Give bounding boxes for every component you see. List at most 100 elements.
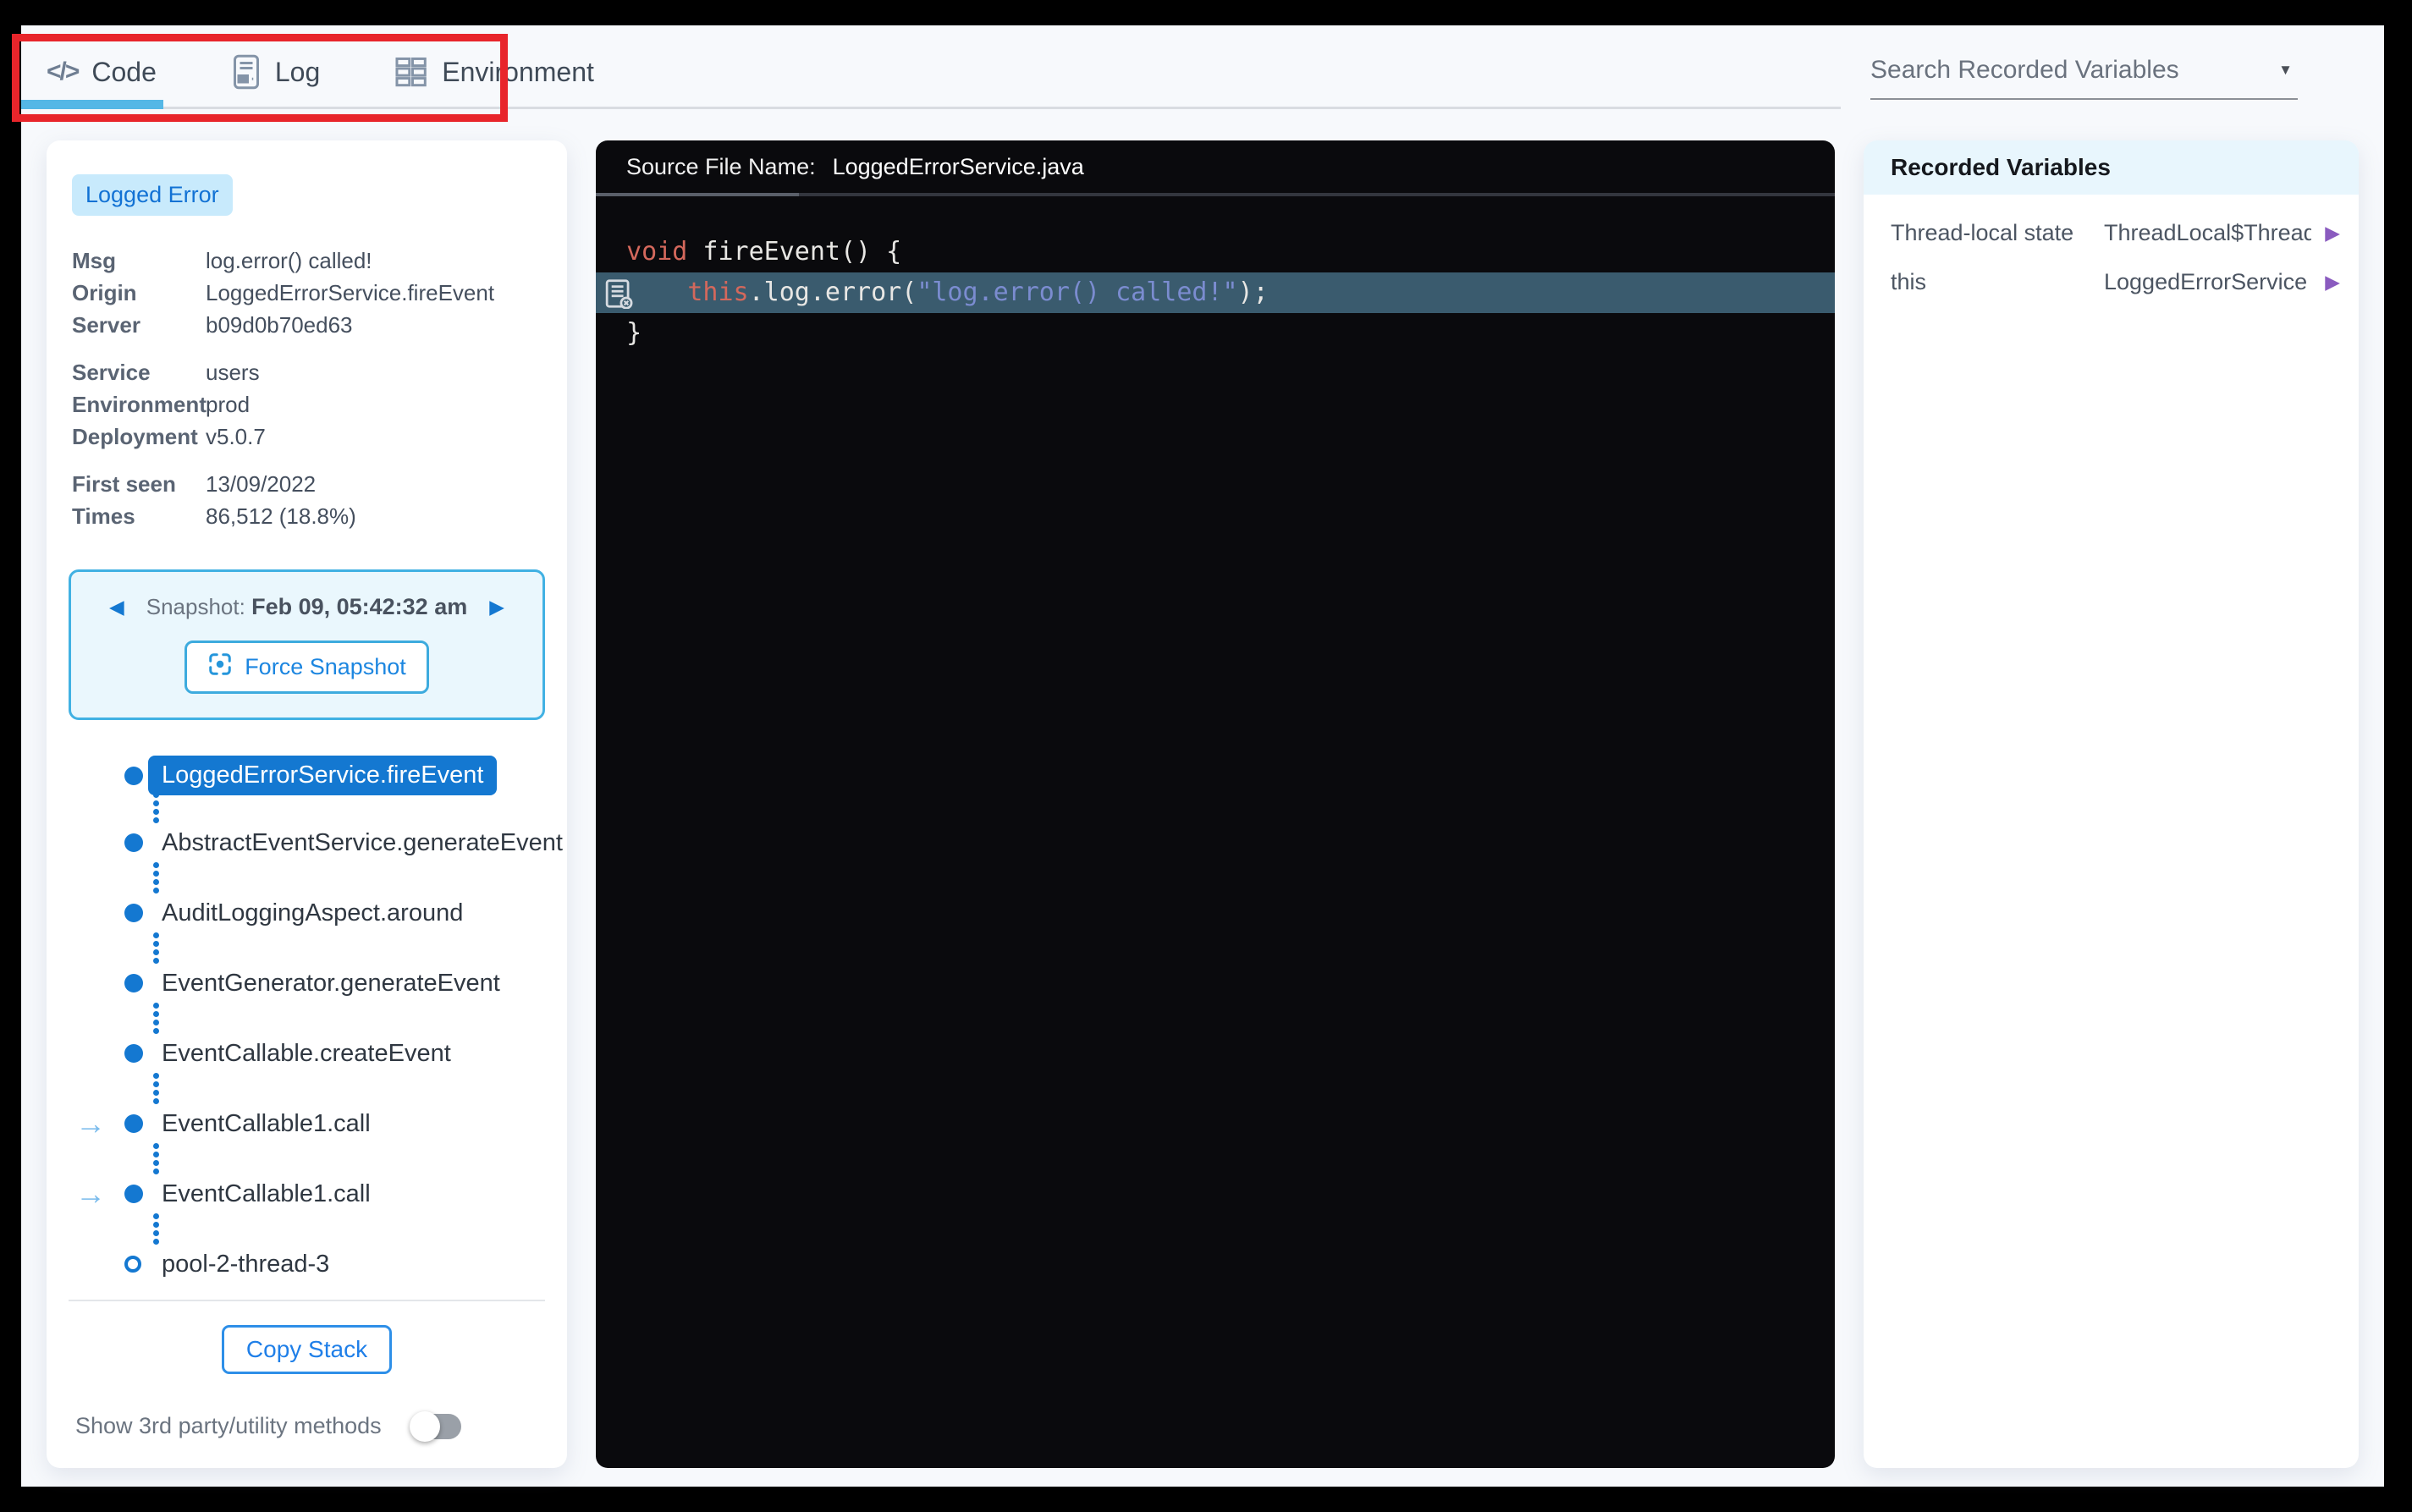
tab-log[interactable]: Log xyxy=(231,54,320,90)
source-file-label: Source File Name: xyxy=(626,154,816,180)
stack-bullet-icon xyxy=(124,1256,141,1273)
next-snapshot-arrow-icon[interactable]: ▶ xyxy=(489,596,504,619)
search-recorded-variables-select[interactable]: Search Recorded Variables ▼ xyxy=(1870,56,2298,100)
stack-frame[interactable]: → EventCallable1.call xyxy=(47,1177,567,1211)
search-placeholder: Search Recorded Variables xyxy=(1870,56,2179,85)
stack-frame[interactable]: →EventCallable1.call xyxy=(47,1107,567,1141)
stack-connector-dots xyxy=(153,1003,567,1034)
recorded-variables-panel: Recorded Variables Thread-local stateThr… xyxy=(1864,140,2359,1468)
detail-row: Serverb09d0b70ed63 xyxy=(47,309,567,341)
app-window: </> Code Log xyxy=(21,25,2384,1487)
detail-value: 86,512 (18.8%) xyxy=(206,500,542,532)
force-snapshot-button[interactable]: Force Snapshot xyxy=(184,641,429,694)
stack-frame-label[interactable]: LoggedErrorService.fireEvent xyxy=(148,756,497,795)
divider xyxy=(69,1300,545,1301)
detail-label: Environment xyxy=(72,388,206,421)
main-content: Logged Error Msglog.error() called!Origi… xyxy=(47,140,2359,1468)
stack-frame[interactable]: EventCallable.createEvent xyxy=(47,1036,567,1070)
code-icon: </> xyxy=(47,58,78,86)
stack-connector-dots xyxy=(153,1073,567,1104)
active-tab-underline xyxy=(21,100,163,109)
tab-log-label: Log xyxy=(275,57,320,88)
expand-arrow-icon[interactable]: ▶ xyxy=(2311,222,2340,245)
detail-row: OriginLoggedErrorService.fireEvent xyxy=(47,277,567,309)
detail-row: Times86,512 (18.8%) xyxy=(47,500,567,532)
stack-frame[interactable]: pool-2-thread-3 xyxy=(47,1247,567,1281)
variable-row[interactable]: thisLoggedErrorService▶ xyxy=(1864,257,2359,306)
stack-frame-label[interactable]: EventCallable1.call xyxy=(162,1180,567,1208)
stack-bullet-icon xyxy=(124,904,143,922)
environment-icon xyxy=(394,55,428,89)
detail-value: v5.0.7 xyxy=(206,421,542,453)
stack-bullet-icon xyxy=(124,1044,143,1063)
code-line: void fireEvent() { xyxy=(596,232,1835,272)
detail-row: Deploymentv5.0.7 xyxy=(47,421,567,453)
prev-snapshot-arrow-icon[interactable]: ◀ xyxy=(109,596,124,619)
stack-connector-dots xyxy=(153,932,567,964)
detail-group: ServiceusersEnvironmentprodDeploymentv5.… xyxy=(47,356,567,453)
spacer xyxy=(47,1281,567,1300)
stack-connector-dots xyxy=(153,862,567,893)
toggle-knob xyxy=(410,1411,440,1442)
code-header-divider xyxy=(596,193,1835,196)
code-header-tab-indicator xyxy=(596,193,799,196)
tab-bar: </> Code Log xyxy=(47,54,594,90)
code-line: this.log.error("log.error() called!"); xyxy=(596,272,1835,313)
recorded-variables-list: Thread-local stateThreadLocal$ThreadL…▶t… xyxy=(1864,195,2359,306)
error-panel: Logged Error Msglog.error() called!Origi… xyxy=(47,140,567,1468)
force-snapshot-label: Force Snapshot xyxy=(245,654,406,680)
expand-arrow-icon[interactable]: ▶ xyxy=(2311,271,2340,294)
tab-bar-divider xyxy=(21,107,1841,109)
stack-frame-label[interactable]: EventCallable.createEvent xyxy=(162,1040,567,1068)
code-editor-header: Source File Name: LoggedErrorService.jav… xyxy=(596,140,1835,193)
stack-connector-dots xyxy=(153,1143,567,1174)
detail-label: Msg xyxy=(72,245,206,277)
detail-group: Msglog.error() called!OriginLoggedErrorS… xyxy=(47,245,567,341)
stack-connector-dots xyxy=(153,1213,567,1245)
detail-label: Times xyxy=(72,500,206,532)
tab-code[interactable]: </> Code xyxy=(47,57,157,88)
stack-frame[interactable]: AbstractEventService.generateEvent xyxy=(47,826,567,860)
stack-frame[interactable]: LoggedErrorService.fireEvent xyxy=(47,756,567,789)
variable-value: ThreadLocal$ThreadL… xyxy=(2104,220,2311,246)
code-line: } xyxy=(596,313,1835,354)
third-party-toggle-row: Show 3rd party/utility methods xyxy=(47,1413,567,1439)
stack-bullet-icon xyxy=(124,767,143,785)
variable-name: this xyxy=(1891,269,2104,295)
snapshot-timestamp: Feb 09, 05:42:32 am xyxy=(251,594,467,619)
snapshot-nav-row: ◀ Snapshot: Feb 09, 05:42:32 am ▶ xyxy=(71,594,542,620)
stack-connector-dots xyxy=(153,792,567,823)
stack-frame[interactable]: EventGenerator.generateEvent xyxy=(47,966,567,1000)
code-editor-panel: Source File Name: LoggedErrorService.jav… xyxy=(596,140,1835,1468)
error-details: Msglog.error() called!OriginLoggedErrorS… xyxy=(47,245,567,547)
snapshot-navigator: ◀ Snapshot: Feb 09, 05:42:32 am ▶ xyxy=(69,569,545,720)
stack-frame-label[interactable]: pool-2-thread-3 xyxy=(162,1251,567,1278)
stack-frame-label[interactable]: AbstractEventService.generateEvent xyxy=(162,829,567,857)
stack-bullet-icon xyxy=(124,1114,143,1133)
code-area: void fireEvent() { this.log.error("log.e… xyxy=(596,196,1835,354)
stack-frame[interactable]: AuditLoggingAspect.around xyxy=(47,896,567,930)
current-frame-arrow-icon: → xyxy=(75,1179,124,1209)
detail-label: First seen xyxy=(72,468,206,500)
stack-frame-label[interactable]: EventGenerator.generateEvent xyxy=(162,970,567,998)
detail-label: Service xyxy=(72,356,206,388)
detail-group: First seen13/09/2022Times86,512 (18.8%) xyxy=(47,468,567,532)
detail-value: users xyxy=(206,356,542,388)
stack-frame-label[interactable]: EventCallable1.call xyxy=(162,1110,567,1138)
stack-frame-label[interactable]: AuditLoggingAspect.around xyxy=(162,899,567,927)
tab-environment[interactable]: Environment xyxy=(394,55,594,89)
variable-name: Thread-local state xyxy=(1891,220,2104,246)
copy-stack-button[interactable]: Copy Stack xyxy=(222,1325,392,1374)
detail-row: Serviceusers xyxy=(47,356,567,388)
third-party-toggle[interactable] xyxy=(412,1414,461,1439)
detail-label: Deployment xyxy=(72,421,206,453)
detail-value: b09d0b70ed63 xyxy=(206,309,542,341)
detail-value: 13/09/2022 xyxy=(206,468,542,500)
logged-error-badge: Logged Error xyxy=(72,174,233,216)
variable-row[interactable]: Thread-local stateThreadLocal$ThreadL…▶ xyxy=(1864,208,2359,257)
detail-value: log.error() called! xyxy=(206,245,542,277)
detail-row: Environmentprod xyxy=(47,388,567,421)
detail-label: Origin xyxy=(72,277,206,309)
detail-row: First seen13/09/2022 xyxy=(47,468,567,500)
detail-label: Server xyxy=(72,309,206,341)
